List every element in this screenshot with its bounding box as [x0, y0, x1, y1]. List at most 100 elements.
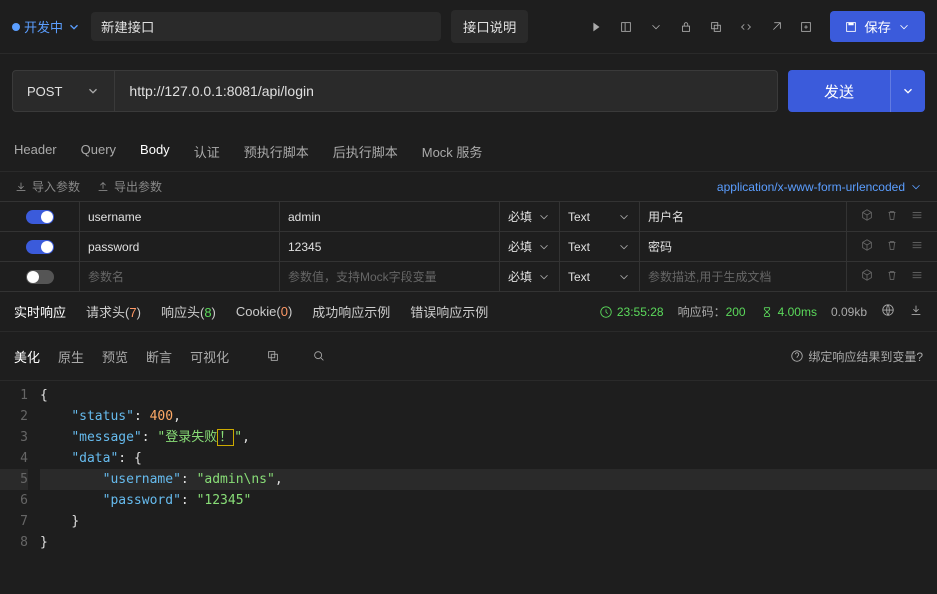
code-icon[interactable] [732, 13, 760, 41]
timestamp: 23:55:28 [617, 305, 664, 319]
copy-icon[interactable] [259, 342, 287, 370]
external-icon[interactable] [762, 13, 790, 41]
param-required[interactable]: 必填 [500, 262, 560, 291]
params-table: username admin 必填 Text 用户名 password 1234… [0, 201, 937, 292]
url-bar: POST 发送 [0, 54, 937, 132]
export-icon [96, 180, 110, 194]
tab-postscript[interactable]: 后执行脚本 [333, 132, 398, 171]
layout-icon[interactable] [612, 13, 640, 41]
send-button[interactable]: 发送 [788, 70, 890, 112]
param-toggle[interactable] [26, 210, 54, 224]
help-icon [790, 349, 804, 363]
code-editor[interactable]: 12345678 { "status": 400, "message": "登录… [0, 381, 937, 557]
chevron-down-icon [537, 270, 551, 284]
table-row: username admin 必填 Text 用户名 [0, 202, 937, 232]
menu-icon[interactable] [910, 268, 924, 285]
tab-prescript[interactable]: 预执行脚本 [244, 132, 309, 171]
chevron-down-icon[interactable] [642, 13, 670, 41]
copy-icon[interactable] [702, 13, 730, 41]
delete-icon[interactable] [885, 238, 899, 255]
menu-icon[interactable] [910, 208, 924, 225]
chevron-down-icon [901, 84, 915, 98]
view-pretty[interactable]: 美化 [14, 347, 40, 366]
param-desc[interactable]: 密码 [648, 238, 672, 255]
delete-icon[interactable] [885, 268, 899, 285]
tab-resp-header[interactable]: 响应头(8) [161, 302, 216, 321]
hourglass-icon [760, 305, 774, 319]
save-button[interactable]: 保存 [830, 11, 925, 42]
duration: 4.00ms [778, 305, 817, 319]
param-desc[interactable]: 用户名 [648, 208, 684, 225]
status-badge[interactable]: 开发中 [12, 17, 81, 36]
cube-icon[interactable] [860, 208, 874, 225]
param-name-input[interactable] [88, 270, 271, 284]
param-required[interactable]: 必填 [500, 232, 560, 261]
tab-header[interactable]: Header [14, 132, 57, 171]
cube-icon[interactable] [860, 238, 874, 255]
chevron-down-icon [537, 240, 551, 254]
save-label: 保存 [864, 17, 891, 36]
tab-req-header[interactable]: 请求头(7) [86, 302, 141, 321]
top-bar: 开发中 接口说明 保存 [0, 0, 937, 54]
import-icon [14, 180, 28, 194]
download-icon[interactable] [909, 303, 923, 320]
globe-icon[interactable] [881, 303, 895, 320]
tab-realtime[interactable]: 实时响应 [14, 302, 66, 321]
search-icon[interactable] [305, 342, 333, 370]
tab-body[interactable]: Body [140, 132, 170, 171]
tab-cookie[interactable]: Cookie(0) [236, 304, 292, 319]
view-visual[interactable]: 可视化 [190, 347, 229, 366]
menu-icon[interactable] [910, 238, 924, 255]
method-label: POST [27, 84, 62, 99]
view-raw[interactable]: 原生 [58, 347, 84, 366]
status-code: 200 [726, 305, 746, 319]
response-tabs: 实时响应 请求头(7) 响应头(8) Cookie(0) 成功响应示例 错误响应… [0, 292, 937, 331]
param-name[interactable]: password [88, 240, 139, 254]
add-box-icon[interactable] [792, 13, 820, 41]
export-params[interactable]: 导出参数 [96, 178, 162, 195]
tab-error-example[interactable]: 错误响应示例 [410, 302, 488, 321]
status-dot-icon [12, 23, 20, 31]
cube-icon[interactable] [860, 268, 874, 285]
doc-button[interactable]: 接口说明 [451, 10, 528, 43]
chevron-down-icon [909, 180, 923, 194]
param-value-input[interactable] [288, 270, 491, 284]
param-type[interactable]: Text [560, 202, 640, 231]
delete-icon[interactable] [885, 208, 899, 225]
view-preview[interactable]: 预览 [102, 347, 128, 366]
play-icon[interactable] [582, 13, 610, 41]
method-select[interactable]: POST [12, 70, 115, 112]
tab-query[interactable]: Query [81, 132, 116, 171]
import-params[interactable]: 导入参数 [14, 178, 80, 195]
content-type-select[interactable]: application/x-www-form-urlencoded [717, 180, 923, 194]
table-row: 必填 Text [0, 262, 937, 292]
url-input[interactable] [115, 70, 778, 112]
code-content: { "status": 400, "message": "登录失败！", "da… [40, 385, 937, 553]
bind-variable-link[interactable]: 绑定响应结果到变量? [790, 348, 923, 365]
param-value[interactable]: 12345 [288, 240, 321, 254]
chevron-down-icon [67, 20, 81, 34]
line-numbers: 12345678 [0, 385, 40, 553]
chevron-down-icon [617, 210, 631, 224]
param-type[interactable]: Text [560, 232, 640, 261]
view-assert[interactable]: 断言 [146, 347, 172, 366]
param-toggle[interactable] [26, 240, 54, 254]
send-dropdown[interactable] [890, 70, 925, 112]
tab-success-example[interactable]: 成功响应示例 [312, 302, 390, 321]
api-name-input[interactable] [91, 12, 441, 41]
param-type[interactable]: Text [560, 262, 640, 291]
param-toolbar: 导入参数 导出参数 application/x-www-form-urlenco… [0, 172, 937, 201]
param-toggle[interactable] [26, 270, 54, 284]
tab-mock[interactable]: Mock 服务 [422, 132, 483, 171]
param-name[interactable]: username [88, 210, 141, 224]
response-status: 23:55:28 响应码：200 4.00ms 0.09kb [599, 303, 923, 320]
lock-icon[interactable] [672, 13, 700, 41]
status-label: 开发中 [24, 17, 63, 36]
clock-icon [599, 305, 613, 319]
param-required[interactable]: 必填 [500, 202, 560, 231]
param-value[interactable]: admin [288, 210, 321, 224]
chevron-down-icon [537, 210, 551, 224]
size: 0.09kb [831, 305, 867, 319]
param-desc-input[interactable] [648, 270, 838, 284]
tab-auth[interactable]: 认证 [194, 132, 220, 171]
